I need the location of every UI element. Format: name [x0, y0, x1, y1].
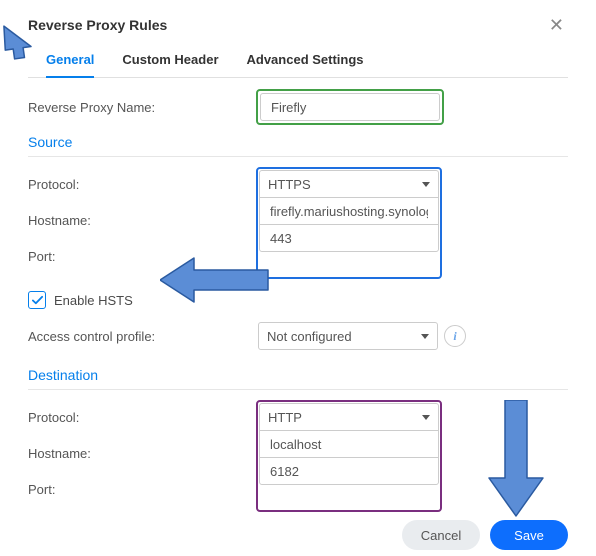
titlebar: Reverse Proxy Rules ✕ [28, 16, 568, 34]
src-port-label: Port: [28, 249, 258, 264]
dst-hostname-input[interactable] [268, 436, 430, 453]
info-icon[interactable]: i [444, 325, 466, 347]
section-source-title: Source [28, 134, 568, 157]
src-port-wrap [259, 224, 439, 252]
tab-general[interactable]: General [46, 44, 94, 77]
dst-protocol-value: HTTP [268, 410, 302, 425]
tab-custom-header[interactable]: Custom Header [122, 44, 218, 77]
row-name: Reverse Proxy Name: [28, 92, 568, 122]
cancel-button[interactable]: Cancel [402, 520, 480, 550]
src-port-input[interactable] [268, 230, 430, 247]
dst-hostname-label: Hostname: [28, 446, 258, 461]
name-input[interactable] [269, 99, 431, 116]
dst-protocol-select[interactable]: HTTP [259, 403, 439, 431]
src-hostname-input[interactable] [268, 203, 430, 220]
dst-port-wrap [259, 457, 439, 485]
section-destination-title: Destination [28, 367, 568, 390]
row-acp: Access control profile: Not configured i [28, 321, 568, 351]
dst-port-input[interactable] [268, 463, 430, 480]
tab-bar: General Custom Header Advanced Settings [28, 44, 568, 78]
row-hsts: Enable HSTS [28, 285, 568, 315]
hsts-label: Enable HSTS [54, 293, 133, 308]
acp-label: Access control profile: [28, 329, 258, 344]
src-protocol-select[interactable]: HTTPS [259, 170, 439, 198]
close-icon[interactable]: ✕ [545, 16, 568, 34]
src-hostname-wrap [259, 197, 439, 225]
dialog-title: Reverse Proxy Rules [28, 17, 167, 33]
dst-protocol-label: Protocol: [28, 410, 258, 425]
name-input-wrap [260, 93, 440, 121]
dst-hostname-wrap [259, 430, 439, 458]
src-protocol-value: HTTPS [268, 177, 311, 192]
hsts-checkbox[interactable] [28, 291, 46, 309]
tab-advanced-settings[interactable]: Advanced Settings [247, 44, 364, 77]
name-label: Reverse Proxy Name: [28, 100, 258, 115]
check-icon [32, 295, 43, 306]
acp-select[interactable]: Not configured [258, 322, 438, 350]
src-protocol-label: Protocol: [28, 177, 258, 192]
acp-value: Not configured [267, 329, 352, 344]
dialog-footer: Cancel Save [28, 510, 568, 550]
save-button[interactable]: Save [490, 520, 568, 550]
dst-port-label: Port: [28, 482, 258, 497]
src-hostname-label: Hostname: [28, 213, 258, 228]
reverse-proxy-dialog: Reverse Proxy Rules ✕ General Custom Hea… [0, 0, 596, 556]
